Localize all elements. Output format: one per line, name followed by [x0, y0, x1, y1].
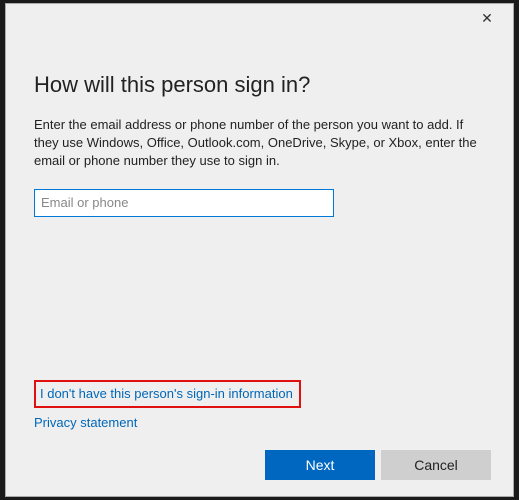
close-icon: ✕ — [481, 10, 493, 27]
titlebar: ✕ — [6, 4, 513, 32]
privacy-statement-link[interactable]: Privacy statement — [34, 415, 137, 430]
next-button[interactable]: Next — [265, 450, 375, 480]
cancel-button[interactable]: Cancel — [381, 450, 491, 480]
button-row: Next Cancel — [265, 450, 491, 480]
bottom-links: I don't have this person's sign-in infor… — [34, 380, 301, 436]
dialog-description: Enter the email address or phone number … — [34, 116, 485, 171]
dialog-content: How will this person sign in? Enter the … — [6, 32, 513, 496]
close-button[interactable]: ✕ — [467, 4, 507, 32]
dialog-heading: How will this person sign in? — [34, 72, 485, 98]
email-phone-input[interactable] — [34, 189, 334, 217]
no-signin-info-link[interactable]: I don't have this person's sign-in infor… — [40, 386, 293, 401]
no-signin-info-highlight: I don't have this person's sign-in infor… — [34, 380, 301, 408]
add-account-dialog: ✕ How will this person sign in? Enter th… — [5, 3, 514, 497]
